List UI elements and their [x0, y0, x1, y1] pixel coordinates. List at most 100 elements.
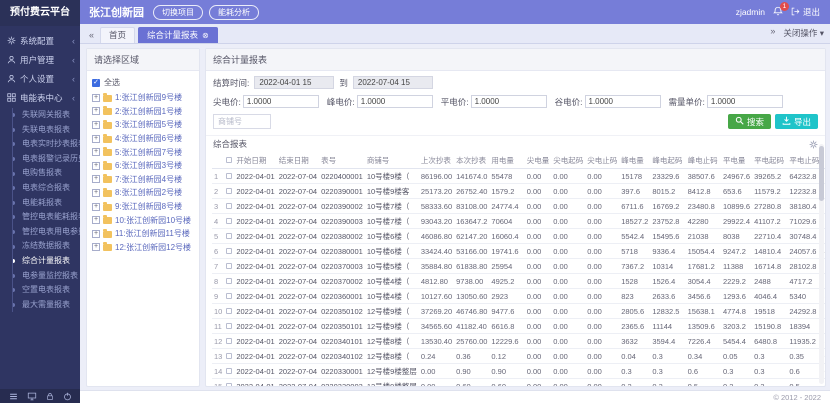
table-row: 112022-04-012022-07-04022035010112号楼9楼（3… [212, 319, 825, 334]
search-button[interactable]: 搜索 [728, 114, 771, 129]
sidebar-item-2[interactable]: 个人设置‹ [0, 69, 80, 88]
select-all-rows-checkbox[interactable] [224, 152, 234, 169]
row-checkbox[interactable] [224, 214, 234, 229]
cell: 2022-04-01 [234, 199, 276, 214]
expand-icon[interactable]: + [92, 162, 100, 170]
tree-node-0[interactable]: +1:张江创新园9号楼 [92, 91, 194, 105]
checkbox-checked-icon: ✓ [92, 79, 100, 87]
cell: 19518 [752, 304, 787, 319]
menu-icon[interactable] [9, 392, 18, 401]
column-settings-gear-icon[interactable] [809, 140, 818, 149]
submenu-item-7[interactable]: 管控电表能耗报表 [13, 210, 80, 225]
switch-project-button[interactable]: 切换项目 [153, 5, 203, 20]
submenu-item-1[interactable]: 失联电表报表 [13, 123, 80, 138]
tabs-scroll-right-icon[interactable]: » [767, 26, 778, 39]
tree-node-8[interactable]: +9:张江创新园8号楼 [92, 200, 194, 214]
notifications-button[interactable]: 1 [773, 6, 783, 18]
submenu-item-9[interactable]: 冻结数据报表 [13, 239, 80, 254]
cell: 0.90 [489, 364, 524, 379]
expand-icon[interactable]: + [92, 94, 100, 102]
row-checkbox[interactable] [224, 304, 234, 319]
cell: 2022-04-01 [234, 304, 276, 319]
row-checkbox[interactable] [224, 199, 234, 214]
submenu-item-0[interactable]: 失联网关报表 [13, 108, 80, 123]
submenu-item-10[interactable]: 综合计量报表 [13, 254, 80, 269]
submenu-item-2[interactable]: 电表实时抄表报表 [13, 137, 80, 152]
tab-1[interactable]: 综合计量报表⊗ [138, 27, 218, 43]
cell: 2022-04-01 [234, 289, 276, 304]
tree-node-2[interactable]: +3:张江创新园5号楼 [92, 118, 194, 132]
tree-node-4[interactable]: +5:张江创新园7号楼 [92, 145, 194, 159]
cell: 0.00 [525, 199, 552, 214]
table-row: 122022-04-012022-07-04022034010112号楼8楼（1… [212, 334, 825, 349]
submenu-item-8[interactable]: 管控电表用电参量监控 [13, 225, 80, 240]
start-time-input[interactable] [254, 76, 334, 89]
price-input-3[interactable] [585, 95, 661, 108]
row-checkbox[interactable] [224, 364, 234, 379]
table-row: 132022-04-012022-07-04022034010212号楼8楼（0… [212, 349, 825, 364]
tree-panel-title: 请选择区域 [87, 49, 199, 71]
submenu-item-5[interactable]: 电表综合报表 [13, 181, 80, 196]
row-checkbox[interactable] [224, 244, 234, 259]
tree-node-5[interactable]: +6:张江创新园3号楼 [92, 159, 194, 173]
cell: 0.00 [585, 289, 619, 304]
price-input-0[interactable] [243, 95, 319, 108]
price-input-2[interactable] [471, 95, 547, 108]
expand-icon[interactable]: + [92, 230, 100, 238]
tree-node-6[interactable]: +7:张江创新园4号楼 [92, 173, 194, 187]
expand-icon[interactable]: + [92, 121, 100, 129]
expand-icon[interactable]: + [92, 148, 100, 156]
logout-button[interactable]: 退出 [791, 6, 820, 18]
tree-node-10[interactable]: +11:张江创新园11号楼 [92, 227, 194, 241]
monitor-icon[interactable] [27, 392, 37, 401]
cell: 0.00 [585, 319, 619, 334]
row-checkbox[interactable] [224, 259, 234, 274]
submenu-item-6[interactable]: 电能耗报表 [13, 196, 80, 211]
row-checkbox[interactable] [224, 319, 234, 334]
tab-0[interactable]: 首页 [100, 27, 135, 43]
table-scrollbar[interactable] [819, 144, 824, 384]
close-operations-dropdown[interactable]: 关闭操作 ▾ [783, 27, 824, 39]
submenu-item-3[interactable]: 电表报警记录历史报表 [13, 152, 80, 167]
expand-icon[interactable]: + [92, 135, 100, 143]
end-time-input[interactable] [353, 76, 433, 89]
sidebar-item-0[interactable]: 系统配置‹ [0, 31, 80, 50]
power-icon[interactable] [63, 392, 72, 401]
cell: 10号楼9楼（ [365, 169, 419, 184]
sidebar-item-3[interactable]: 电能表中心‹ [0, 88, 80, 107]
submenu-item-13[interactable]: 最大需量报表 [13, 298, 80, 313]
lock-icon[interactable] [46, 392, 54, 401]
tree-node-9[interactable]: +10:张江创新园10号楼 [92, 213, 194, 227]
expand-icon[interactable]: + [92, 107, 100, 115]
price-input-1[interactable] [357, 95, 433, 108]
select-all-checkbox[interactable]: ✓ 全选 [92, 77, 194, 88]
export-button[interactable]: 导出 [775, 114, 818, 129]
tab-close-icon[interactable]: ⊗ [202, 31, 209, 40]
row-checkbox[interactable] [224, 349, 234, 364]
submenu-item-4[interactable]: 电购售报表 [13, 166, 80, 181]
shop-number-input[interactable] [213, 114, 271, 129]
row-checkbox[interactable] [224, 289, 234, 304]
submenu-item-12[interactable]: 空置电表报表 [13, 283, 80, 298]
row-checkbox[interactable] [224, 169, 234, 184]
row-checkbox[interactable] [224, 334, 234, 349]
tree-node-1[interactable]: +2:张江创新园1号楼 [92, 105, 194, 119]
tree-node-3[interactable]: +4:张江创新园6号楼 [92, 132, 194, 146]
scrollbar-thumb[interactable] [819, 146, 824, 201]
price-input-4[interactable] [707, 95, 783, 108]
sidebar-item-1[interactable]: 用户管理‹ [0, 50, 80, 69]
tree-node-7[interactable]: +8:张江创新园2号楼 [92, 186, 194, 200]
energy-analysis-button[interactable]: 能耗分析 [209, 5, 259, 20]
submenu-item-11[interactable]: 电参量监控报表 [13, 269, 80, 284]
row-checkbox[interactable] [224, 229, 234, 244]
expand-icon[interactable]: + [92, 216, 100, 224]
expand-icon[interactable]: + [92, 203, 100, 211]
tree-node-11[interactable]: +12:张江创新园12号楼 [92, 241, 194, 255]
row-checkbox[interactable] [224, 274, 234, 289]
tabs-scroll-left-icon[interactable]: « [86, 30, 97, 43]
expand-icon[interactable]: + [92, 189, 100, 197]
expand-icon[interactable]: + [92, 243, 100, 251]
expand-icon[interactable]: + [92, 175, 100, 183]
row-checkbox[interactable] [224, 379, 234, 387]
row-checkbox[interactable] [224, 184, 234, 199]
